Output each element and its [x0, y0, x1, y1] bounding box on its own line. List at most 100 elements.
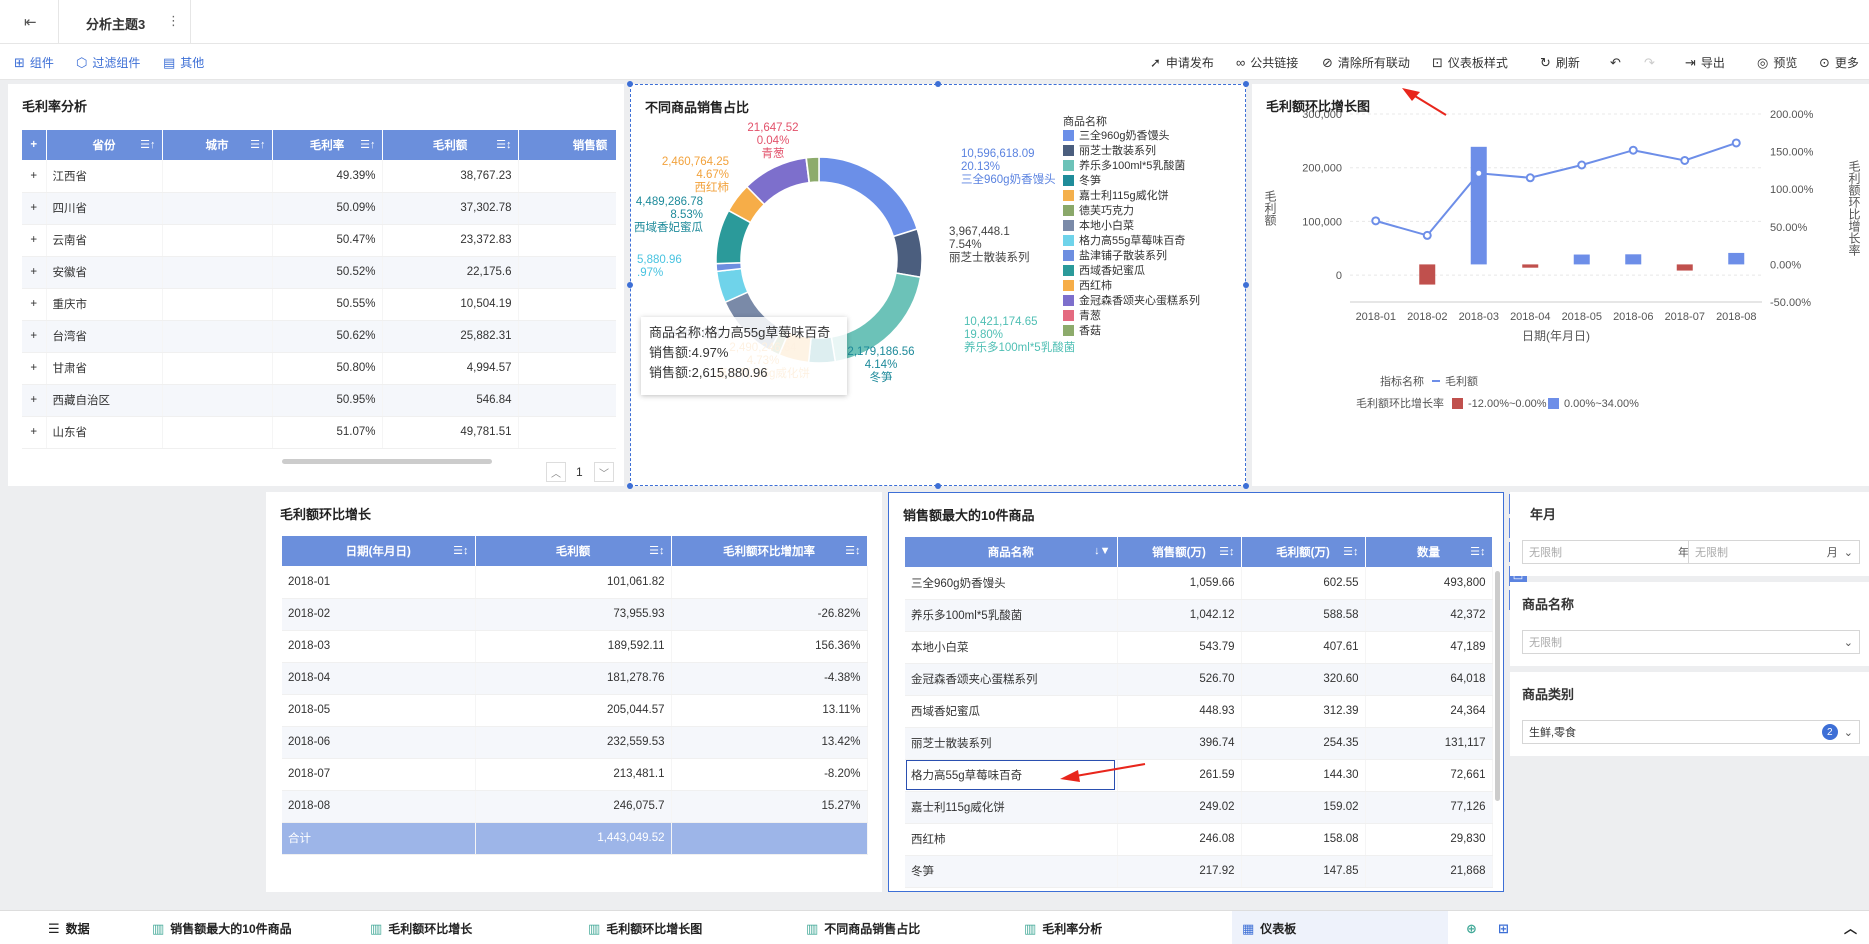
legend-item[interactable]: 西红柿 [1079, 278, 1112, 292]
other-button[interactable]: ▤ 其他 [163, 44, 204, 80]
table-row[interactable]: 2018-07 213,481.1 -8.20% [282, 758, 868, 791]
col-header-margin[interactable]: 毛利额 ☰↕ [475, 536, 672, 566]
legend-swatch[interactable] [1063, 130, 1074, 141]
legend-swatch[interactable] [1063, 160, 1074, 171]
line-point[interactable] [1371, 216, 1381, 226]
legend-swatch[interactable] [1063, 235, 1074, 246]
table-row[interactable]: +甘肃省 50.80%4,994.579 [22, 352, 616, 385]
expand-row-icon[interactable]: + [22, 256, 47, 289]
sort-icon[interactable]: ☰↕ [496, 138, 511, 151]
table-row[interactable]: 2018-01 101,061.82 [282, 566, 868, 599]
table-row[interactable]: 丽芝士散装系列 396.74 254.35 131,117 [905, 727, 1493, 760]
legend-swatch[interactable] [1063, 220, 1074, 231]
preview-button[interactable]: ◎ 预览 [1757, 44, 1797, 80]
table-row[interactable]: +山东省 51.07%49,781.519 [22, 416, 616, 449]
col-header-city[interactable]: 城市 ☰↑ [162, 130, 273, 160]
expand-row-icon[interactable]: + [22, 320, 47, 353]
publish-button[interactable]: ➚ 申请发布 [1150, 44, 1214, 80]
table-row[interactable]: 2018-06 232,559.53 13.42% [282, 726, 868, 759]
growth-bar[interactable] [1625, 254, 1642, 265]
table-row[interactable]: +安徽省 50.52%22,175.64 [22, 256, 616, 289]
tab-top10[interactable]: ▥ 销售额最大的10件商品 [152, 911, 292, 944]
table-row[interactable]: 2018-04 181,278.76 -4.38% [282, 662, 868, 695]
resize-handle[interactable] [1243, 81, 1249, 87]
line-point[interactable] [1474, 168, 1484, 178]
table-row[interactable]: 养乐多100ml*5乳酸菌 1,042.12 588.58 42,372 [905, 599, 1493, 632]
table-row[interactable]: 冬笋 217.92 147.85 21,868 [905, 855, 1493, 888]
table-row[interactable]: +云南省 50.47%23,372.834 [22, 224, 616, 257]
expand-row-icon[interactable]: + [22, 192, 47, 225]
sort-icon[interactable]: ☰↕ [1470, 545, 1485, 558]
legend-swatch[interactable] [1063, 190, 1074, 201]
line-point[interactable] [1422, 230, 1432, 240]
tab-dashboard[interactable]: ▦ 仪表板 [1232, 911, 1448, 944]
table-row[interactable]: 嘉士利115g威化饼 249.02 159.02 77,126 [905, 791, 1493, 824]
resize-handle[interactable] [627, 282, 633, 288]
table-row[interactable]: +台湾省 50.62%25,882.315 [22, 320, 616, 353]
resize-handle[interactable] [935, 483, 941, 489]
tab-sales-share[interactable]: ▥ 不同商品销售占比 [806, 911, 920, 944]
col-header-margin[interactable]: 毛利额 ☰↕ [382, 130, 519, 160]
collapse-tabs-button[interactable]: ︿ [1844, 911, 1857, 944]
clear-linkage-button[interactable]: ⊘ 清除所有联动 [1322, 44, 1410, 80]
sort-icon[interactable]: ☰↕ [1343, 545, 1358, 558]
legend-swatch[interactable] [1063, 175, 1074, 186]
table-row[interactable]: +重庆市 50.55%10,504.192 [22, 288, 616, 321]
page-next-button[interactable]: ﹀ [594, 462, 614, 482]
col-header-product[interactable]: 商品名称 ↓▼ [905, 537, 1118, 567]
legend-item[interactable]: 丽芝士散装系列 [1079, 143, 1156, 157]
growth-bar[interactable] [1470, 146, 1487, 265]
year-select[interactable]: 无限制年 [1522, 540, 1696, 564]
line-point[interactable] [1577, 160, 1587, 170]
resize-handle[interactable] [1243, 282, 1249, 288]
table-row[interactable]: 2018-05 205,044.57 13.11% [282, 694, 868, 727]
table-row[interactable]: 本地小白菜 543.79 407.61 47,189 [905, 631, 1493, 664]
resize-handle[interactable] [1243, 483, 1249, 489]
growth-bar[interactable] [1573, 254, 1590, 265]
table-row[interactable]: 西红柿 246.08 158.08 29,830 [905, 823, 1493, 856]
undo-button[interactable]: ↶ [1610, 44, 1621, 80]
table-row[interactable]: 金冠森香颂夹心蛋糕系列 526.70 320.60 64,018 [905, 663, 1493, 696]
line-point[interactable] [1680, 155, 1690, 165]
pie-slice[interactable] [805, 156, 820, 184]
tab-data[interactable]: ☰ 数据 [48, 911, 90, 944]
page-prev-button[interactable]: ︿ [546, 462, 566, 482]
expand-row-icon[interactable]: + [22, 288, 47, 321]
expand-all-header[interactable]: + [22, 130, 47, 160]
month-select[interactable]: 无限制月 ⌄ [1688, 540, 1860, 564]
table-row[interactable]: 西域香妃蜜瓜 448.93 312.39 24,364 [905, 695, 1493, 728]
legend-swatch[interactable] [1063, 295, 1074, 306]
sort-icon[interactable]: ☰↕ [1219, 545, 1234, 558]
legend-swatch[interactable] [1063, 280, 1074, 291]
product-select[interactable]: 无限制 ⌄ [1522, 630, 1860, 654]
col-header-margin-rate[interactable]: 毛利率 ☰↑ [272, 130, 383, 160]
legend-item[interactable]: 西域香妃蜜瓜 [1079, 263, 1145, 277]
pie-slice[interactable] [892, 228, 923, 279]
expand-row-icon[interactable]: + [22, 416, 47, 449]
add-dashboard-button[interactable]: ⊞ [1498, 911, 1509, 944]
tab-growth-chart[interactable]: ▥ 毛利额环比增长图 [588, 911, 702, 944]
sort-icon[interactable]: ☰↑ [140, 138, 155, 151]
pie-slice[interactable] [818, 156, 919, 238]
category-select[interactable]: 生鲜,零食 2 ⌄ [1522, 720, 1860, 744]
legend-item[interactable]: 嘉士利115g威化饼 [1079, 188, 1169, 202]
tab-growth[interactable]: ▥ 毛利额环比增长 [370, 911, 472, 944]
filter-component-button[interactable]: ⬡ 过滤组件 [76, 44, 140, 80]
col-header-date[interactable]: 日期(年月日) ☰↕ [282, 536, 476, 566]
table-row[interactable]: +四川省 50.09%37,302.787 [22, 192, 616, 225]
export-button[interactable]: ⇥ 导出 [1685, 44, 1725, 80]
sort-icon[interactable]: ☰↕ [453, 544, 468, 557]
line-point[interactable] [1628, 145, 1638, 155]
legend-swatch[interactable] [1063, 250, 1074, 261]
legend-item[interactable]: 本地小白菜 [1079, 218, 1134, 232]
legend-item[interactable]: 冬笋 [1079, 173, 1101, 187]
public-link-button[interactable]: ∞ 公共链接 [1236, 44, 1298, 80]
legend-item[interactable]: 青葱 [1079, 309, 1101, 322]
add-analysis-button[interactable]: ⊕ [1466, 911, 1477, 944]
legend-swatch[interactable] [1452, 398, 1463, 409]
table-row[interactable]: 2018-08 246,075.7 15.27% [282, 790, 868, 823]
resize-handle[interactable] [627, 483, 633, 489]
tab-margin[interactable]: ▥ 毛利率分析 [1024, 911, 1102, 944]
table-row[interactable]: +江西省 49.39%38,767.237 [22, 160, 616, 193]
sort-icon[interactable]: ☰↕ [649, 544, 664, 557]
